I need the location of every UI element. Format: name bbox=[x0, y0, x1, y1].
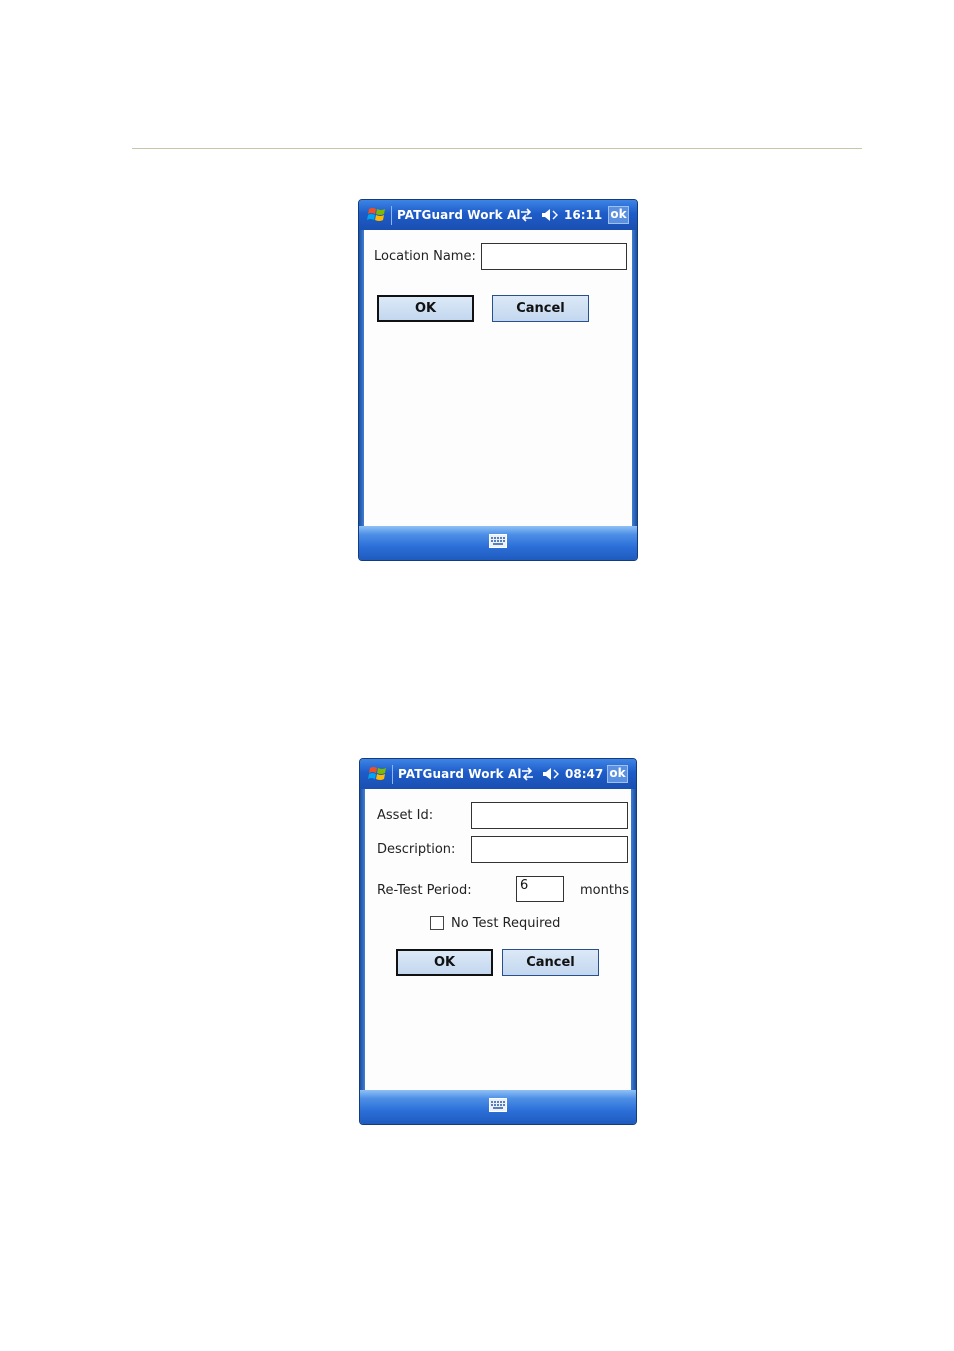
left-frame bbox=[360, 789, 365, 1090]
clock: 16:11 bbox=[564, 208, 603, 222]
connectivity-arrows-icon[interactable] bbox=[520, 767, 535, 781]
left-frame bbox=[359, 230, 364, 526]
cancel-button[interactable]: Cancel bbox=[502, 949, 599, 976]
title-ok-button[interactable]: ok bbox=[608, 206, 629, 224]
title-separator bbox=[391, 206, 392, 225]
title-bar: PATGuard Work Al 08:47 ok bbox=[360, 759, 636, 789]
right-frame bbox=[632, 230, 637, 526]
asset-id-label: Asset Id: bbox=[377, 808, 434, 823]
windows-flag-icon[interactable] bbox=[367, 764, 389, 784]
title-separator bbox=[392, 765, 393, 784]
app-title: PATGuard Work Al bbox=[397, 208, 521, 222]
bottom-menu-bar bbox=[360, 1090, 636, 1124]
description-input[interactable] bbox=[471, 836, 628, 863]
speaker-volume-icon[interactable] bbox=[540, 207, 560, 223]
retest-period-label: Re-Test Period: bbox=[377, 883, 472, 898]
keyboard-icon[interactable] bbox=[489, 534, 507, 548]
retest-period-input[interactable]: 6 bbox=[516, 876, 564, 902]
cancel-button[interactable]: Cancel bbox=[492, 295, 589, 322]
windows-flag-icon[interactable] bbox=[366, 205, 388, 225]
title-ok-button[interactable]: ok bbox=[607, 765, 628, 783]
device-screen-asset: PATGuard Work Al 08:47 ok Asset Id: Desc… bbox=[359, 758, 637, 1125]
device-screen-location: PATGuard Work Al 16:11 ok Location Name:… bbox=[358, 199, 638, 561]
location-name-input[interactable] bbox=[481, 243, 627, 270]
connectivity-arrows-icon[interactable] bbox=[519, 208, 534, 222]
bottom-menu-bar bbox=[359, 526, 637, 560]
ok-button[interactable]: OK bbox=[396, 949, 493, 976]
checkbox-icon[interactable] bbox=[430, 916, 444, 930]
no-test-required-label[interactable]: No Test Required bbox=[451, 916, 560, 931]
description-label: Description: bbox=[377, 842, 456, 857]
clock: 08:47 bbox=[565, 767, 604, 781]
page-divider-line bbox=[132, 148, 862, 149]
app-title: PATGuard Work Al bbox=[398, 767, 522, 781]
speaker-volume-icon[interactable] bbox=[541, 766, 561, 782]
right-frame bbox=[631, 789, 636, 1090]
keyboard-icon[interactable] bbox=[489, 1098, 507, 1112]
location-name-label: Location Name: bbox=[374, 249, 476, 264]
ok-button[interactable]: OK bbox=[377, 295, 474, 322]
asset-id-input[interactable] bbox=[471, 802, 628, 829]
months-label: months bbox=[580, 883, 629, 898]
title-bar: PATGuard Work Al 16:11 ok bbox=[359, 200, 637, 230]
